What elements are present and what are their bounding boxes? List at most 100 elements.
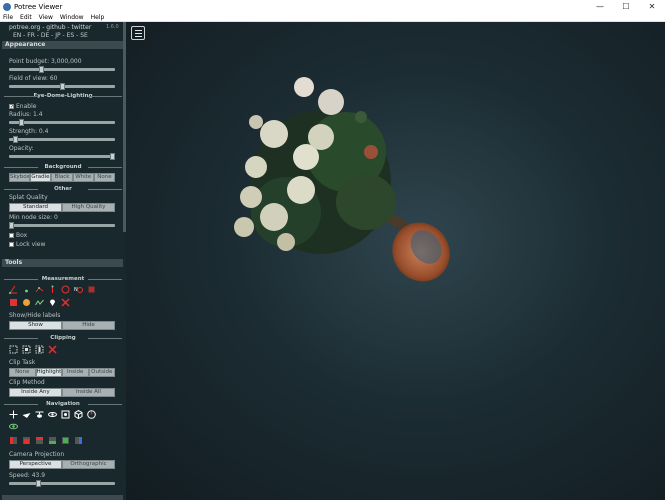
show-hide-labels-label: Show/Hide labels [9, 312, 61, 319]
maximize-button[interactable]: ☐ [613, 0, 639, 13]
point-cloud-render [234, 77, 450, 282]
slider-thumb[interactable] [19, 119, 25, 126]
speed-slider[interactable] [9, 480, 115, 487]
menu-view[interactable]: View [36, 14, 57, 21]
window-title: Potree Viewer [14, 2, 63, 11]
radius-slider[interactable] [9, 119, 115, 126]
front-view-icon[interactable] [22, 436, 31, 445]
navigation-header: Navigation [4, 400, 122, 408]
tools-header[interactable]: Tools [2, 259, 123, 267]
menu-file[interactable]: File [0, 14, 17, 21]
point-icon[interactable] [22, 285, 31, 294]
appearance-header[interactable]: Appearance [2, 41, 123, 49]
clip-volume-icon[interactable] [9, 345, 18, 354]
splat-quality-label: Splat Quality [9, 194, 48, 201]
clip-inside-all-button[interactable]: Inside All [62, 388, 115, 397]
splat-high-quality-button[interactable]: High Quality [62, 203, 115, 212]
background-none-button[interactable]: None [93, 173, 116, 182]
language-selector[interactable]: EN - FR - DE - JP - ES - SE [13, 32, 88, 39]
orbit-controls-icon[interactable] [48, 410, 57, 419]
slider-thumb[interactable] [36, 480, 42, 487]
slider-thumb[interactable] [9, 222, 14, 229]
clip-task-label: Clip Task [9, 359, 36, 366]
azimuth-icon[interactable]: N [74, 285, 83, 294]
hide-labels-button[interactable]: Hide [62, 321, 115, 330]
lock-view-checkbox[interactable]: Lock view [9, 241, 45, 248]
orthographic-button[interactable]: Orthographic [62, 460, 115, 469]
top-view-icon[interactable] [35, 436, 44, 445]
view-tools [9, 436, 83, 445]
slider-thumb[interactable] [59, 83, 65, 90]
slider-thumb[interactable] [13, 136, 19, 143]
checkbox-unchecked[interactable] [9, 233, 14, 238]
clip-method-button-group: Inside Any Inside All [9, 388, 115, 397]
menu-window[interactable]: Window [57, 14, 88, 21]
clip-polygon-icon[interactable] [22, 345, 31, 354]
clip-task-button-group: None Highlight Inside Outside [9, 368, 115, 377]
clipping-tools [9, 345, 57, 354]
fly-controls-icon[interactable] [22, 410, 31, 419]
app-icon [3, 2, 11, 11]
background-header: Background [4, 163, 122, 171]
checkbox-checked[interactable] [9, 104, 14, 109]
slider-thumb[interactable] [110, 153, 115, 160]
measurement-header: Measurement [4, 275, 122, 283]
background-skybox-button[interactable]: Skybox [9, 173, 31, 182]
show-labels-button[interactable]: Show [9, 321, 62, 330]
splat-quality-button-group: Standard High Quality [9, 203, 115, 212]
helicopter-controls-icon[interactable] [35, 410, 44, 419]
next-section-header[interactable] [2, 495, 123, 500]
project-links[interactable]: potree.org - github - twitter [9, 24, 91, 31]
background-black-button[interactable]: Black [51, 173, 73, 182]
slider-thumb[interactable] [39, 66, 45, 73]
lock-view-label: Lock view [16, 241, 46, 248]
clip-remove-icon[interactable] [48, 345, 57, 354]
area-icon[interactable] [87, 285, 96, 294]
eye-icon[interactable] [9, 422, 18, 431]
min-node-size-slider[interactable] [9, 222, 115, 229]
checkbox-unchecked[interactable] [9, 242, 14, 247]
box-checkbox[interactable]: Box [9, 232, 27, 239]
clip-method-label: Clip Method [9, 379, 45, 386]
menu-help[interactable]: Help [88, 14, 109, 21]
angle-icon[interactable] [9, 285, 18, 294]
profile-icon[interactable] [35, 298, 44, 307]
right-view-icon[interactable] [74, 436, 83, 445]
point-cloud-viewport[interactable] [126, 22, 665, 500]
point-budget-slider[interactable] [9, 66, 115, 73]
clip-task-inside-button[interactable]: Inside [62, 368, 89, 377]
splat-standard-button[interactable]: Standard [9, 203, 62, 212]
edl-enable-checkbox[interactable]: Enable [9, 103, 36, 110]
clip-task-outside-button[interactable]: Outside [88, 368, 115, 377]
close-button[interactable]: ✕ [639, 0, 665, 13]
radius-label: Radius: 1.4 [9, 111, 43, 118]
strength-slider[interactable] [9, 136, 115, 143]
fov-slider[interactable] [9, 83, 115, 90]
background-gradient-button[interactable]: Gradient [30, 173, 52, 182]
left-view-icon[interactable] [9, 436, 18, 445]
minimize-button[interactable]: — [587, 0, 613, 13]
menu-edit[interactable]: Edit [17, 14, 36, 21]
measurement-tools-row-1: N [9, 285, 96, 294]
clip-task-highlight-button[interactable]: Highlight [35, 368, 62, 377]
remove-icon[interactable] [61, 298, 70, 307]
opacity-label: Opacity: [9, 145, 34, 152]
background-white-button[interactable]: White [72, 173, 94, 182]
earth-controls-icon[interactable] [9, 410, 18, 419]
navigation-cube-icon[interactable] [74, 410, 83, 419]
volume-icon[interactable] [9, 298, 18, 307]
perspective-button[interactable]: Perspective [9, 460, 62, 469]
clip-task-none-button[interactable]: None [9, 368, 36, 377]
full-extent-icon[interactable] [61, 410, 70, 419]
back-view-icon[interactable] [61, 436, 70, 445]
annotation-icon[interactable] [48, 298, 57, 307]
compass-icon[interactable] [87, 410, 96, 419]
height-icon[interactable] [48, 285, 57, 294]
sphere-volume-icon[interactable] [22, 298, 31, 307]
bottom-view-icon[interactable] [48, 436, 57, 445]
opacity-slider[interactable] [9, 153, 115, 160]
circle-icon[interactable] [61, 285, 70, 294]
distance-icon[interactable] [35, 285, 44, 294]
clip-profile-icon[interactable] [35, 345, 44, 354]
clip-inside-any-button[interactable]: Inside Any [9, 388, 62, 397]
